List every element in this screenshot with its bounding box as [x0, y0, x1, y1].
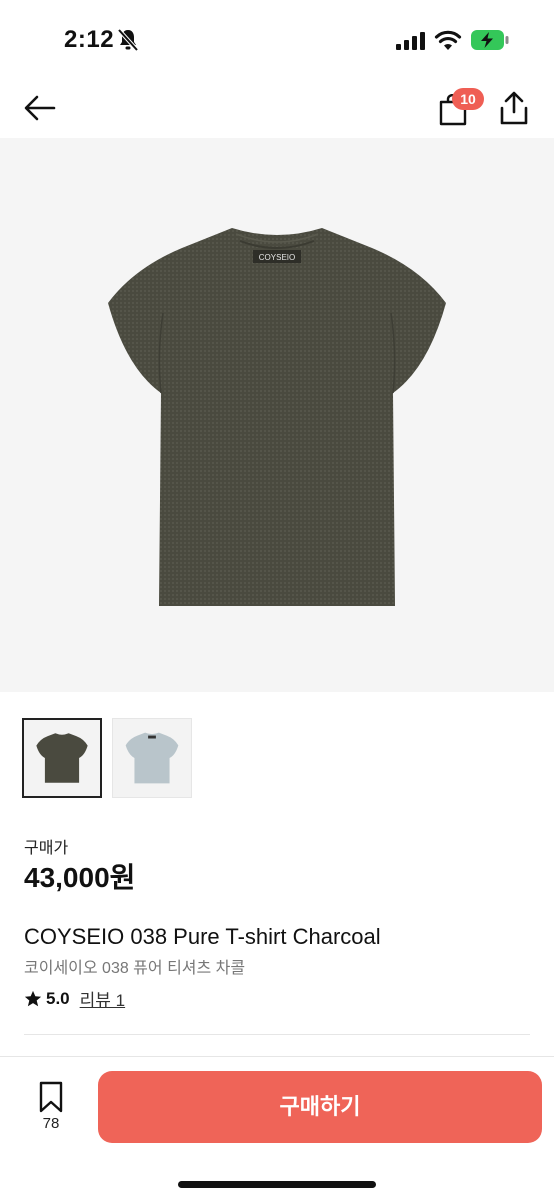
- product-title: COYSEIO 038 Pure T-shirt Charcoal: [24, 924, 381, 949]
- cart-count-badge: 10: [452, 88, 484, 110]
- signal-icon: [396, 32, 425, 50]
- top-nav: 10: [0, 80, 554, 138]
- home-indicator: [178, 1181, 376, 1188]
- thumbnail-charcoal[interactable]: [22, 718, 102, 798]
- back-arrow-icon[interactable]: [22, 90, 58, 126]
- brand-tag: COYSEIO: [259, 253, 295, 262]
- price: 43,000원: [24, 862, 136, 893]
- bookmark-count: 78: [42, 1115, 60, 1132]
- thumbnail-gray[interactable]: [112, 718, 192, 798]
- status-bar: 2:12: [0, 0, 554, 80]
- rating-value: 5.0: [46, 988, 70, 1008]
- bell-slash-icon: [117, 28, 139, 52]
- wifi-icon: [434, 30, 462, 50]
- tshirt-image: COYSEIO: [108, 228, 446, 606]
- product-title-korean: 코이세이오 038 퓨어 티셔츠 차콜: [24, 960, 246, 977]
- bottom-bar: 78 구매하기: [0, 1056, 554, 1200]
- tshirt-thumbnail-icon: [125, 732, 179, 784]
- bookmark-icon: [39, 1081, 63, 1113]
- rating-row: 5.0 리뷰 1: [24, 986, 125, 1011]
- battery-charging-icon: [471, 30, 509, 50]
- review-link[interactable]: 리뷰 1: [80, 986, 125, 1011]
- cart-button[interactable]: 10: [434, 88, 484, 132]
- star-icon: [24, 990, 42, 1006]
- buy-button[interactable]: 구매하기: [98, 1071, 542, 1143]
- bookmark-button[interactable]: 78: [32, 1081, 70, 1137]
- share-icon[interactable]: [498, 90, 530, 126]
- divider: [24, 1034, 530, 1035]
- price-label: 구매가: [24, 840, 69, 857]
- product-image[interactable]: COYSEIO: [0, 138, 554, 692]
- tshirt-thumbnail-icon: [36, 733, 88, 783]
- status-time: 2:12: [64, 26, 115, 53]
